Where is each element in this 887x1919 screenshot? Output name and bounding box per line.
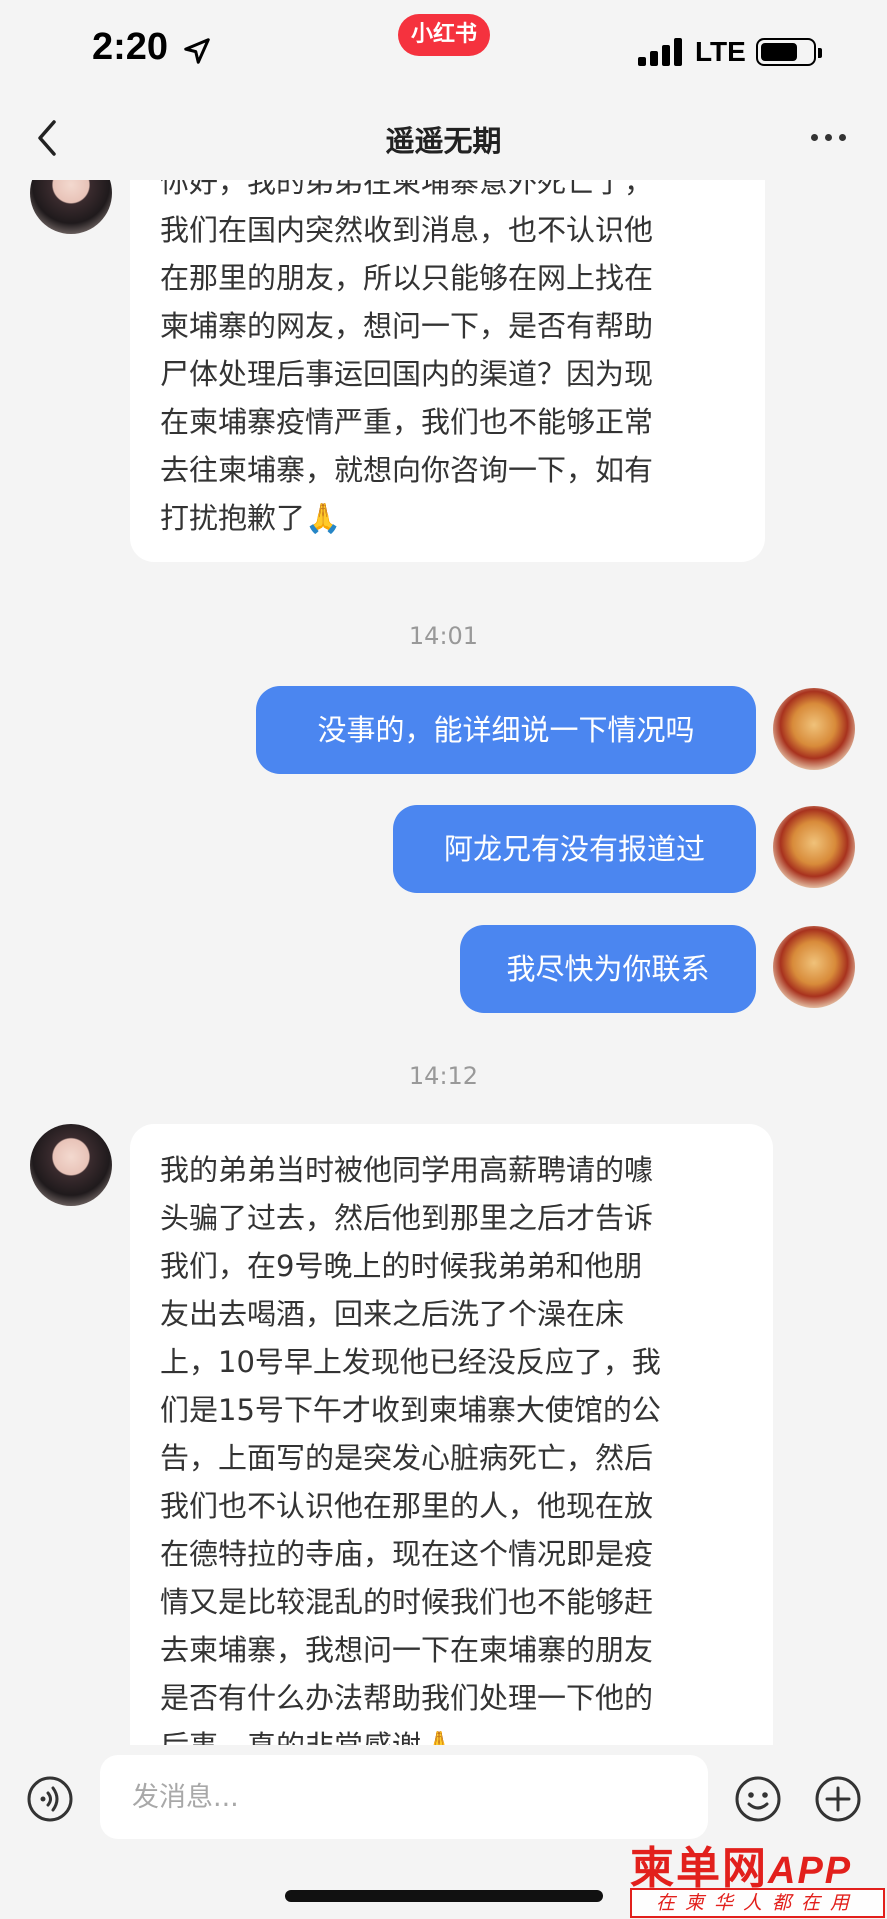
message-input[interactable] bbox=[100, 1755, 708, 1839]
timestamp: 14:12 bbox=[408, 1062, 479, 1090]
status-time: 2:20 bbox=[92, 26, 169, 68]
message-line: 在柬埔寨疫情严重，我们也不能够正常 bbox=[160, 405, 654, 439]
message-line: 去往柬埔寨，就想向你咨询一下，如有 bbox=[160, 453, 654, 487]
timestamp: 14:01 bbox=[408, 622, 479, 650]
message-line: 是否有什么办法帮助我们处理一下他的 bbox=[160, 1681, 654, 1715]
message-line: 尸体处理后事运回国内的渠道？因为现 bbox=[160, 357, 654, 391]
message-line: 我们，在9号晚上的时候我弟弟和他朋 bbox=[160, 1249, 643, 1283]
outgoing-message: 没事的，能详细说一下情况吗 bbox=[256, 686, 756, 774]
user-avatar[interactable] bbox=[773, 806, 855, 888]
message-line: 友出去喝酒，回来之后洗了个澡在床 bbox=[160, 1297, 625, 1331]
network-type: LTE bbox=[695, 36, 746, 67]
outgoing-message: 我尽快为你联系 bbox=[460, 925, 756, 1013]
watermark: 柬单网APP 在柬华人都在用 bbox=[630, 1832, 887, 1919]
app-badge: 小红书 bbox=[398, 14, 490, 56]
message-line: 我们也不认识他在那里的人，他现在放 bbox=[160, 1489, 654, 1523]
message-list[interactable]: 你好，我的弟弟在柬埔寨意外死亡了， 我们在国内突然收到消息，也不认识他 在那里的… bbox=[0, 180, 887, 1745]
message-line: 打扰抱歉了🙏 bbox=[160, 501, 342, 535]
incoming-message: 我的弟弟当时被他同学用高薪聘请的噱 头骗了过去，然后他到那里之后才告诉 我们，在… bbox=[130, 1124, 773, 1745]
message-line: 告，上面写的是突发心脏病死亡，然后 bbox=[160, 1441, 654, 1475]
message-line: 去柬埔寨，我想问一下在柬埔寨的朋友 bbox=[160, 1633, 654, 1667]
more-options-icon[interactable] bbox=[811, 134, 847, 144]
message-line: 在德特拉的寺庙，现在这个情况即是疫 bbox=[160, 1537, 654, 1571]
message-line: 你好，我的弟弟在柬埔寨意外死亡了， bbox=[160, 180, 654, 199]
voice-input-icon[interactable] bbox=[26, 1775, 74, 1823]
incoming-message: 你好，我的弟弟在柬埔寨意外死亡了， 我们在国内突然收到消息，也不认识他 在那里的… bbox=[130, 180, 765, 562]
outgoing-message: 阿龙兄有没有报道过 bbox=[393, 805, 756, 893]
message-line: 后事，真的非常感谢🙏 bbox=[160, 1722, 743, 1745]
contact-avatar[interactable] bbox=[30, 1124, 112, 1206]
home-indicator[interactable] bbox=[285, 1890, 603, 1902]
watermark-logo: 柬单网APP bbox=[630, 1843, 853, 1894]
add-attachment-icon[interactable] bbox=[814, 1775, 862, 1823]
signal-icon bbox=[638, 38, 684, 66]
status-bar: 2:20 小红书 LTE bbox=[0, 0, 887, 100]
chat-header: 遥遥无期 bbox=[0, 100, 887, 180]
message-line: 上，10号早上发现他已经没反应了，我 bbox=[160, 1345, 661, 1379]
message-line: 情又是比较混乱的时候我们也不能够赶 bbox=[160, 1585, 654, 1619]
message-line: 们是15号下午才收到柬埔寨大使馆的公 bbox=[160, 1393, 661, 1427]
emoji-icon[interactable] bbox=[734, 1775, 782, 1823]
message-line: 在那里的朋友，所以只能够在网上找在 bbox=[160, 261, 654, 295]
contact-avatar[interactable] bbox=[30, 180, 112, 234]
user-avatar[interactable] bbox=[773, 688, 855, 770]
chat-title: 遥遥无期 bbox=[385, 124, 502, 158]
message-line: 我的弟弟当时被他同学用高薪聘请的噱 bbox=[160, 1153, 654, 1187]
user-avatar[interactable] bbox=[773, 926, 855, 1008]
location-arrow-icon bbox=[184, 38, 210, 64]
message-line: 柬埔寨的网友，想问一下，是否有帮助 bbox=[160, 309, 654, 343]
message-line: 我们在国内突然收到消息，也不认识他 bbox=[160, 213, 654, 247]
watermark-slogan: 在柬华人都在用 bbox=[630, 1888, 885, 1918]
message-line: 头骗了过去，然后他到那里之后才告诉 bbox=[160, 1201, 654, 1235]
battery-icon bbox=[756, 38, 822, 66]
